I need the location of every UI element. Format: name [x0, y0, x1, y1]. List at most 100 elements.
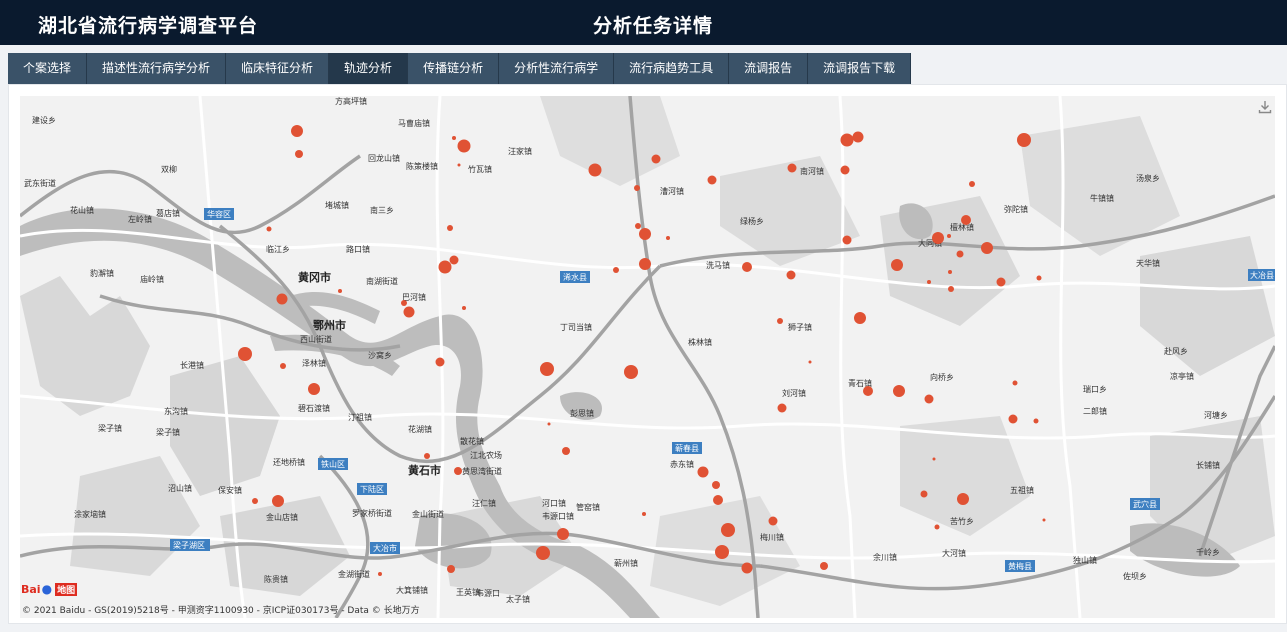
place-label: 檀林镇: [950, 222, 974, 232]
trajectory-point: [842, 235, 852, 245]
tab-transmission-chain[interactable]: 传播链分析: [408, 53, 500, 84]
trajectory-point: [462, 306, 466, 310]
place-label: 太子镇: [506, 594, 530, 604]
place-label: 汪仁镇: [472, 498, 496, 508]
place-label: 株林镇: [688, 337, 712, 347]
trajectory-point: [1042, 518, 1046, 522]
page-title: 分析任务详情: [593, 15, 714, 37]
place-label: 大箕铺镇: [396, 585, 428, 595]
city-label: 黄冈市: [298, 270, 331, 284]
place-label: 南河镇: [800, 166, 824, 176]
platform-title: 湖北省流行病学调查平台: [38, 15, 259, 37]
trajectory-point: [820, 562, 828, 570]
tab-descriptive-epidemiology[interactable]: 描述性流行病学分析: [87, 53, 227, 84]
trajectory-point: [920, 490, 928, 498]
tab-trajectory-analysis[interactable]: 轨迹分析: [329, 53, 409, 84]
place-label: 河口镇: [542, 498, 566, 508]
place-label: 路口镇: [346, 244, 370, 254]
place-label: 方高坪镇: [335, 96, 367, 106]
tab-analytic-epidemiology[interactable]: 分析性流行病学: [499, 53, 615, 84]
place-label: 梅川镇: [760, 532, 784, 542]
trajectory-point: [768, 516, 778, 526]
trajectory-point: [291, 125, 303, 137]
trajectory-point: [808, 360, 812, 364]
trajectory-point: [957, 493, 969, 505]
place-label: 佐坝乡: [1123, 571, 1147, 581]
trajectory-point: [1036, 275, 1042, 281]
trajectory-point: [276, 293, 288, 305]
trajectory-point: [934, 524, 940, 530]
tab-clinical-features[interactable]: 临床特征分析: [226, 53, 330, 84]
trajectory-point: [956, 250, 964, 258]
trajectory-point: [435, 357, 445, 367]
place-label: 葛店镇: [156, 208, 180, 218]
app-header: 湖北省流行病学调查平台 分析任务详情: [0, 0, 1287, 45]
trajectory-point: [742, 262, 752, 272]
trajectory-point: [540, 362, 554, 376]
trajectory-point: [852, 131, 864, 143]
trajectory-point: [777, 318, 783, 324]
baidu-logo-text: Bai: [21, 582, 41, 596]
place-label: 二郎镇: [1083, 406, 1107, 416]
map-canvas: 方高坪镇 建设乡 马曹庙镇 汪家镇 武东街道 回龙山镇 陈策楼镇 双柳 竹瓦镇 …: [20, 96, 1275, 618]
place-label: 散花镇: [460, 436, 484, 446]
trajectory-point: [948, 286, 954, 292]
city-label: 鄂州市: [313, 318, 346, 332]
trajectory-point: [969, 181, 975, 187]
map-copyright: © 2021 Baidu - GS(2019)5218号 - 甲测资字11009…: [22, 606, 420, 616]
place-label: 洗马镇: [706, 260, 730, 270]
place-label: 狮子镇: [788, 322, 812, 332]
tab-report-download[interactable]: 流调报告下载: [808, 53, 912, 84]
place-label: 还地桥镇: [273, 457, 305, 467]
place-label: 竹瓦镇: [468, 164, 492, 174]
county-label: 浠水县: [563, 272, 587, 282]
trajectory-point: [613, 267, 619, 273]
trajectory-point: [651, 154, 661, 164]
trajectory-point: [280, 363, 286, 369]
place-label: 弥陀镇: [1004, 204, 1028, 214]
place-label: 陈策楼镇: [406, 161, 438, 171]
place-label: 临江乡: [266, 244, 290, 254]
trajectory-point: [401, 300, 407, 306]
place-label: 回龙山镇: [368, 153, 400, 163]
trajectory-point: [252, 498, 258, 504]
trajectory-point: [536, 546, 550, 560]
download-icon[interactable]: [1257, 99, 1273, 115]
place-label: 双柳: [161, 164, 177, 174]
tab-case-selection[interactable]: 个案选择: [8, 53, 88, 84]
trajectory-point: [588, 163, 602, 177]
place-label: 梁子镇: [98, 423, 122, 433]
place-label: 泽林镇: [302, 358, 326, 368]
place-label: 沙窝乡: [368, 350, 392, 360]
trajectory-point: [457, 163, 461, 167]
county-label: 武穴县: [1133, 499, 1157, 509]
trajectory-map[interactable]: 方高坪镇 建设乡 马曹庙镇 汪家镇 武东街道 回龙山镇 陈策楼镇 双柳 竹瓦镇 …: [20, 96, 1275, 618]
place-label: 独山镇: [1073, 555, 1097, 565]
place-label: 左岭镇: [128, 214, 152, 224]
place-label: 南三乡: [370, 205, 394, 215]
county-label: 梁子湖区: [173, 541, 205, 550]
trajectory-point: [891, 259, 903, 271]
baidu-logo-ditu: 地图: [55, 582, 78, 596]
place-label: 武东街道: [24, 178, 56, 188]
place-label: 汀祖镇: [348, 412, 372, 422]
trajectory-point: [840, 165, 850, 175]
county-label: 下陆区: [360, 484, 384, 494]
tab-investigation-report[interactable]: 流调报告: [729, 53, 809, 84]
place-label: 碧石渡镇: [298, 403, 330, 413]
trajectory-point: [447, 565, 455, 573]
place-label: 河塘乡: [1204, 410, 1228, 420]
county-label: 大冶市: [373, 543, 397, 553]
county-label: 华容区: [207, 209, 231, 219]
place-label: 梁子镇: [156, 427, 180, 437]
tab-trend-tools[interactable]: 流行病趋势工具: [614, 53, 730, 84]
place-label: 大河镇: [942, 548, 966, 558]
place-label: 庙岭镇: [140, 274, 164, 284]
place-label: 长港镇: [180, 360, 204, 370]
trajectory-point: [1012, 380, 1018, 386]
place-label: 向桥乡: [930, 372, 954, 382]
trajectory-point: [666, 236, 670, 240]
place-label: 余川镇: [873, 552, 897, 562]
place-label: 建设乡: [32, 115, 56, 125]
trajectory-point: [712, 481, 720, 489]
